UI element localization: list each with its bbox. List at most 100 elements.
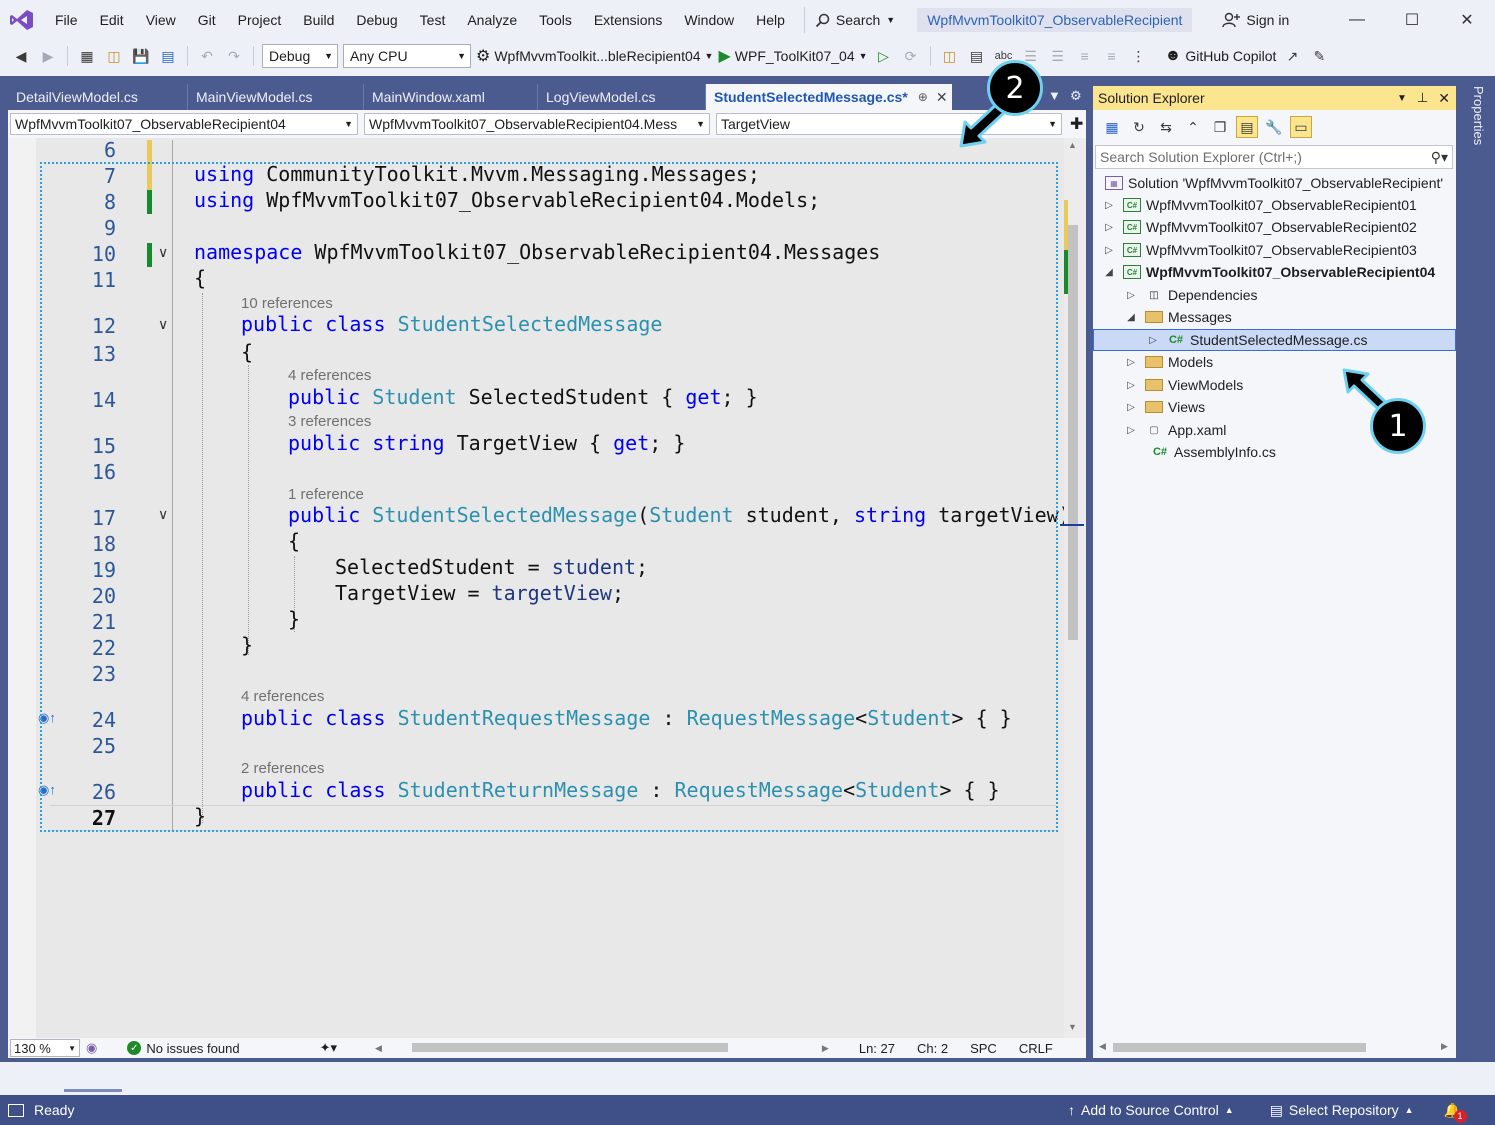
save-all-icon[interactable]: ▤ [157, 45, 179, 67]
pin-icon[interactable]: ⊕ [918, 90, 928, 104]
panel-menu-icon[interactable]: ▼ [1397, 93, 1407, 104]
share-icon[interactable]: ↗ [1281, 45, 1303, 67]
tab-detail-view-model[interactable]: DetailViewModel.cs [8, 84, 188, 110]
solution-explorer-scroll-thumb[interactable] [1113, 1043, 1366, 1052]
expand-icon[interactable]: ▷ [1123, 380, 1139, 391]
save-icon[interactable]: 💾 [130, 45, 152, 67]
spacing-indicator[interactable]: SPC [970, 1041, 997, 1056]
feedback-icon[interactable]: ✎ [1308, 45, 1330, 67]
configuration-select[interactable]: Debug ▼ [262, 44, 338, 68]
menu-view[interactable]: View [135, 12, 187, 28]
show-all-files-icon[interactable]: ❐ [1209, 116, 1231, 138]
tab-error-list[interactable]: Error List [65, 1069, 122, 1085]
open-folder-icon[interactable]: ◫ [103, 45, 125, 67]
start-debugging-button[interactable]: ▶ WPF_ToolKit07_04 ▼ [718, 46, 867, 66]
menu-git[interactable]: Git [187, 12, 227, 28]
code-health-icon[interactable]: ◉ [86, 1040, 97, 1056]
new-project-icon[interactable]: ▦ [76, 45, 98, 67]
tab-student-selected-message[interactable]: StudentSelectedMessage.cs* ⊕ ✕ [706, 84, 952, 110]
menu-project[interactable]: Project [227, 12, 293, 28]
properties-side-tab[interactable]: Properties [1462, 86, 1486, 166]
global-search-button[interactable]: Search ▼ [803, 7, 905, 33]
settings-gear-icon[interactable]: ⚙ [1070, 88, 1082, 104]
tab-output[interactable]: Output [9, 1069, 51, 1085]
menu-debug[interactable]: Debug [345, 12, 408, 28]
expand-icon[interactable]: ▷ [1101, 200, 1117, 211]
menu-help[interactable]: Help [745, 12, 796, 28]
line-indicator[interactable]: Ln: 27 [859, 1041, 895, 1056]
scroll-right-icon[interactable]: ▶ [822, 1043, 829, 1054]
scroll-left-icon[interactable]: ◀ [375, 1043, 382, 1054]
properties-wrench-icon[interactable]: 🔧 [1263, 116, 1285, 138]
uncomment-icon[interactable]: ☰ [1047, 45, 1069, 67]
collapse-icon[interactable]: ◢ [1101, 267, 1117, 278]
window-layout-icon[interactable]: ▤ [966, 45, 988, 67]
expand-icon[interactable]: ▷ [1123, 357, 1139, 368]
expand-icon[interactable]: ▷ [1101, 222, 1117, 233]
tab-main-window-xaml[interactable]: MainWindow.xaml [364, 84, 538, 110]
menu-test[interactable]: Test [409, 12, 457, 28]
bookmark-icon[interactable]: ⋮ [1128, 45, 1150, 67]
menu-analyze[interactable]: Analyze [456, 12, 528, 28]
project-dropdown[interactable]: WpfMvvmToolkit07_ObservableRecipient04 ▼ [10, 113, 358, 135]
type-dropdown[interactable]: WpfMvvmToolkit07_ObservableRecipient04.M… [364, 113, 710, 135]
issues-indicator[interactable]: ✓ No issues found [127, 1041, 240, 1056]
sync-icon[interactable]: ⇆ [1155, 116, 1177, 138]
tree-item-project-01[interactable]: ▷ C# WpfMvvmToolkit07_ObservableRecipien… [1093, 194, 1456, 216]
zoom-select[interactable]: 130 % ▼ [10, 1039, 80, 1057]
expand-icon[interactable]: ▷ [1123, 402, 1139, 413]
pin-icon[interactable]: ⊥ [1417, 90, 1428, 106]
close-panel-icon[interactable]: ✕ [1438, 90, 1450, 107]
line-ending-indicator[interactable]: CRLF [1019, 1041, 1053, 1056]
menu-tools[interactable]: Tools [528, 12, 583, 28]
char-indicator[interactable]: Ch: 2 [917, 1041, 948, 1056]
menu-extensions[interactable]: Extensions [583, 12, 673, 28]
close-tab-icon[interactable]: ✕ [936, 89, 948, 106]
solution-explorer-search[interactable]: Search Solution Explorer (Ctrl+;) ⚲▾ [1095, 145, 1453, 169]
tree-item-project-03[interactable]: ▷ C# WpfMvvmToolkit07_ObservableRecipien… [1093, 239, 1456, 261]
tree-item-project-04[interactable]: ◢ C# WpfMvvmToolkit07_ObservableRecipien… [1093, 261, 1456, 283]
startup-project-select[interactable]: ⚙ WpfMvvmToolkit...bleRecipient04 ▼ [476, 46, 713, 66]
tab-log-view-model[interactable]: LogViewModel.cs [538, 84, 706, 110]
outdent-icon[interactable]: ≡ [1101, 45, 1123, 67]
scroll-right-icon[interactable]: ▶ [1441, 1041, 1448, 1052]
menu-window[interactable]: Window [673, 12, 745, 28]
add-to-source-control-button[interactable]: ↑ Add to Source Control ▲ [1068, 1102, 1234, 1118]
tree-item-solution[interactable]: ▦ Solution 'WpfMvvmToolkit07_ObservableR… [1093, 172, 1456, 194]
select-repository-button[interactable]: ▤ Select Repository ▲ [1270, 1102, 1414, 1119]
visual-studio-logo-icon[interactable] [0, 0, 44, 40]
menu-file[interactable]: File [44, 12, 89, 28]
start-without-debugging-icon[interactable]: ▷ [873, 45, 895, 67]
platform-select[interactable]: Any CPU ▼ [343, 44, 471, 68]
minimize-icon[interactable]: — [1330, 0, 1384, 40]
navigate-back-icon[interactable]: ◀ [10, 45, 32, 67]
menu-build[interactable]: Build [292, 12, 345, 28]
expand-icon[interactable]: ▷ [1123, 290, 1139, 301]
tree-item-dependencies[interactable]: ▷ ◫ Dependencies [1093, 284, 1456, 306]
expand-icon[interactable]: ▷ [1101, 245, 1117, 256]
expand-icon[interactable]: ▷ [1145, 335, 1161, 346]
scroll-left-icon[interactable]: ◀ [1099, 1041, 1106, 1052]
scroll-down-icon[interactable]: ▼ [1068, 1022, 1077, 1032]
maximize-icon[interactable]: ☐ [1385, 0, 1439, 40]
scroll-up-icon[interactable]: ▲ [1068, 140, 1077, 150]
tree-item-project-02[interactable]: ▷ C# WpfMvvmToolkit07_ObservableRecipien… [1093, 216, 1456, 238]
solution-folder-icon[interactable]: ◫ [939, 45, 961, 67]
filter-icon[interactable]: ▤ [1236, 116, 1258, 138]
close-icon[interactable]: ✕ [1440, 0, 1494, 40]
preview-icon[interactable]: ▭ [1290, 116, 1312, 138]
editor-scroll-thumb[interactable] [1068, 225, 1078, 640]
expand-icon[interactable]: ▷ [1123, 425, 1139, 436]
undo-icon[interactable]: ↶ [196, 45, 218, 67]
tree-item-messages-folder[interactable]: ◢ Messages [1093, 306, 1456, 328]
redo-icon[interactable]: ↷ [223, 45, 245, 67]
menu-edit[interactable]: Edit [89, 12, 135, 28]
collapse-all-icon[interactable]: ⌃ [1182, 116, 1204, 138]
indent-icon[interactable]: ≡ [1074, 45, 1096, 67]
tab-list-icon[interactable]: ▼ [1048, 88, 1061, 103]
hot-reload-icon[interactable]: ⟳ [900, 45, 922, 67]
split-editor-icon[interactable]: ✚ [1070, 114, 1083, 134]
switch-views-icon[interactable]: ▦ [1101, 116, 1123, 138]
editor-horizontal-scroll-thumb[interactable] [412, 1043, 728, 1052]
sign-in-button[interactable]: Sign in [1222, 12, 1289, 28]
